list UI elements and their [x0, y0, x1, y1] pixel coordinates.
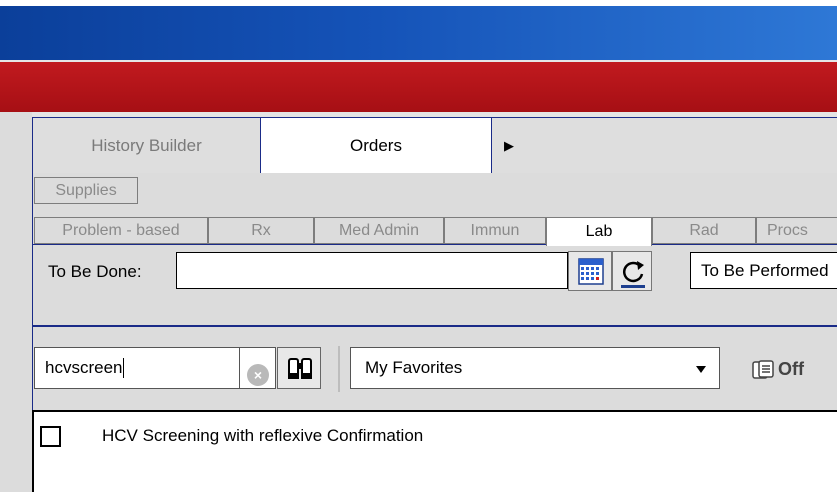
- tab-orders[interactable]: Orders: [260, 117, 492, 173]
- section-divider: [32, 325, 837, 327]
- header-banner: [0, 60, 837, 112]
- subtab-supplies[interactable]: Supplies: [34, 177, 138, 204]
- result-label[interactable]: HCV Screening with reflexive Confirmatio…: [102, 426, 423, 446]
- tab-scroll-right[interactable]: ▶: [492, 117, 837, 173]
- clear-icon[interactable]: ×: [247, 364, 269, 386]
- favorites-off-label[interactable]: Off: [778, 359, 804, 380]
- subtab-immun[interactable]: Immun: [444, 217, 546, 244]
- binoculars-icon: [288, 358, 312, 379]
- search-button[interactable]: [277, 347, 321, 389]
- subtab-supplies-label: Supplies: [55, 181, 117, 199]
- favorites-select[interactable]: My Favorites: [350, 347, 720, 389]
- subtab-rad[interactable]: Rad: [652, 217, 756, 244]
- subtab-label: Med Admin: [338, 221, 420, 239]
- tab-history-builder-label: History Builder: [91, 135, 202, 155]
- subtab-procs[interactable]: Procs: [756, 217, 837, 244]
- left-gutter: [0, 112, 32, 492]
- to-be-done-label: To Be Done:: [48, 262, 142, 281]
- title-bar: [0, 6, 837, 60]
- toolbar-separator: [338, 346, 340, 392]
- search-input-value: hcvscreen: [45, 358, 123, 377]
- result-checkbox[interactable]: [40, 426, 61, 447]
- perform-status-select[interactable]: To Be Performed: [690, 252, 837, 289]
- subtab-lab[interactable]: Lab: [546, 217, 652, 246]
- refresh-button[interactable]: [612, 251, 652, 291]
- subtab-label: Rx: [251, 221, 271, 239]
- to-be-done-input[interactable]: [176, 252, 568, 289]
- refresh-icon: [621, 261, 645, 288]
- subtab-med-admin[interactable]: Med Admin: [314, 217, 444, 244]
- text-caret: [123, 358, 125, 378]
- tab-history-builder[interactable]: History Builder: [32, 117, 260, 173]
- subtab-underline: [32, 244, 837, 245]
- calendar-button[interactable]: [568, 251, 612, 291]
- subtab-label: Problem - based: [62, 221, 180, 239]
- results-list: [32, 410, 837, 492]
- subtab-label: Rad: [689, 221, 719, 239]
- perform-status-value: To Be Performed: [701, 260, 829, 280]
- favorites-off-icon[interactable]: [752, 360, 774, 380]
- subtab-label: Immun: [470, 221, 520, 239]
- subtab-label: Lab: [585, 223, 613, 240]
- calendar-icon: [578, 258, 604, 285]
- subtab-rx[interactable]: Rx: [208, 217, 314, 244]
- search-input[interactable]: hcvscreen: [34, 347, 240, 389]
- subtab-label: Procs: [767, 221, 808, 239]
- subtab-problem-based[interactable]: Problem - based: [34, 217, 208, 244]
- favorites-select-value: My Favorites: [365, 358, 463, 377]
- tab-orders-label: Orders: [350, 135, 402, 155]
- play-arrow-icon: ▶: [504, 137, 514, 153]
- dropdown-arrow-icon[interactable]: [696, 366, 706, 373]
